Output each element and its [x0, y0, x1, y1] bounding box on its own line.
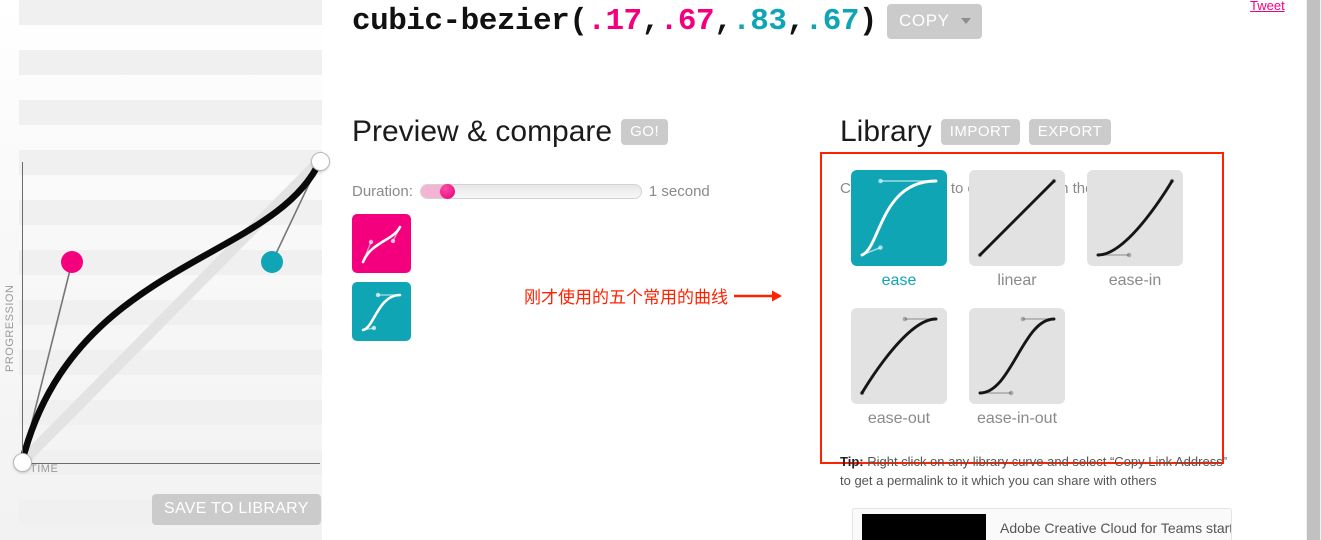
y-axis-label: PROGRESSION — [4, 284, 16, 372]
title-comma-2: , — [714, 4, 733, 39]
curve-icon — [978, 316, 1056, 396]
current-curve-thumb-icon — [361, 225, 402, 264]
page-title: cubic-bezier(.17,.67,.83,.67) — [352, 4, 878, 39]
curve-start-endpoint[interactable] — [13, 453, 32, 472]
duration-value: 1 second — [648, 182, 710, 200]
curve-icon — [1096, 178, 1175, 258]
library-item-label: ease-out — [867, 410, 931, 427]
preview-swatch-comparison[interactable] — [352, 281, 411, 341]
preview-swatch-current[interactable] — [352, 213, 411, 273]
preview-title: Preview & compare — [352, 114, 613, 148]
duration-slider[interactable] — [419, 183, 642, 199]
import-button[interactable]: IMPORT — [940, 118, 1020, 145]
copy-button-label: COPY — [899, 11, 950, 30]
advertisement[interactable]: Adobe Creative Cloud for Teams starting — [852, 508, 1232, 540]
library-item-ease-in-out[interactable]: ease-in-out — [969, 308, 1065, 428]
y-axis-line — [22, 162, 23, 464]
library-curve-thumb[interactable] — [1087, 170, 1183, 266]
library-tip-text: Right click on any library curve and sel… — [840, 454, 1228, 488]
title-comma-1: , — [641, 4, 661, 39]
library-item-label: ease-in-out — [976, 410, 1058, 427]
cubic-bezier-app: PROGRESSION TIME SAVE TO LIBRARY cubic-b… — [0, 0, 1321, 540]
library-item-label: ease — [881, 272, 917, 289]
control-handle-p2[interactable] — [261, 251, 283, 273]
library-tip-prefix: Tip: — [840, 454, 864, 469]
title-p2x: .83 — [732, 4, 787, 39]
arrow-right-icon — [734, 290, 782, 301]
title-prefix: cubic-bezier( — [352, 4, 588, 39]
x-axis-line — [22, 463, 320, 464]
copy-button[interactable]: COPY — [887, 4, 982, 39]
export-button[interactable]: EXPORT — [1028, 118, 1112, 145]
duration-label: Duration: — [352, 182, 413, 200]
go-button[interactable]: GO! — [621, 118, 669, 145]
title-p2y: .67 — [804, 4, 860, 39]
preview-swatches — [352, 213, 710, 341]
library-curve-thumb[interactable] — [969, 308, 1065, 404]
bezier-title-row: cubic-bezier(.17,.67,.83,.67) COPY — [352, 4, 982, 39]
title-comma-3: , — [786, 4, 806, 39]
page-scrollbar-track[interactable] — [1306, 0, 1321, 540]
preview-compare-section: Preview & compare GO! Duration: 1 second — [352, 92, 710, 350]
library-item-ease-in[interactable]: ease-in — [1087, 170, 1183, 290]
library-curve-thumb[interactable] — [851, 308, 947, 404]
curve-icon — [859, 316, 938, 396]
slider-thumb[interactable] — [439, 183, 455, 199]
curve-editor-panel[interactable]: PROGRESSION TIME SAVE TO LIBRARY — [0, 0, 330, 540]
x-axis-label: TIME — [30, 463, 59, 475]
title-p1y: .67 — [659, 4, 715, 39]
library-curve-thumb[interactable] — [969, 170, 1065, 266]
curve-icon — [860, 178, 938, 257]
annotation-callout: 刚才使用的五个常用的曲线 — [524, 283, 782, 308]
library-item-ease-out[interactable]: ease-out — [851, 308, 947, 428]
comparison-curve-thumb-icon — [361, 292, 402, 332]
control-handle-p1[interactable] — [61, 251, 83, 273]
curve-end-endpoint[interactable] — [311, 152, 330, 171]
library-title: Library — [840, 114, 932, 148]
page-scrollbar-thumb[interactable] — [1307, 0, 1320, 540]
curve-icon — [977, 178, 1057, 258]
chevron-down-icon[interactable] — [960, 18, 971, 24]
title-p1x: .17 — [587, 4, 642, 39]
library-item-linear[interactable]: linear — [969, 170, 1065, 290]
library-curve-thumb[interactable] — [851, 170, 947, 266]
title-suffix: ) — [858, 4, 878, 39]
tweet-link[interactable]: Tweet — [1250, 0, 1285, 13]
save-to-library-button[interactable]: SAVE TO LIBRARY — [152, 494, 321, 525]
library-curve-grid: ease linear ease-in ease-out ease-in-out — [851, 170, 1211, 428]
library-item-label: linear — [997, 272, 1037, 289]
annotation-text: 刚才使用的五个常用的曲线 — [524, 288, 728, 307]
duration-row: Duration: 1 second — [352, 183, 710, 200]
library-item-label: ease-in — [1108, 272, 1162, 289]
ad-image — [862, 514, 986, 540]
library-item-ease[interactable]: ease — [851, 170, 947, 290]
library-tip: Tip: Right click on any library curve an… — [840, 453, 1236, 491]
ad-text: Adobe Creative Cloud for Teams starting — [1000, 520, 1232, 536]
preview-header: Preview & compare GO! — [352, 92, 710, 172]
